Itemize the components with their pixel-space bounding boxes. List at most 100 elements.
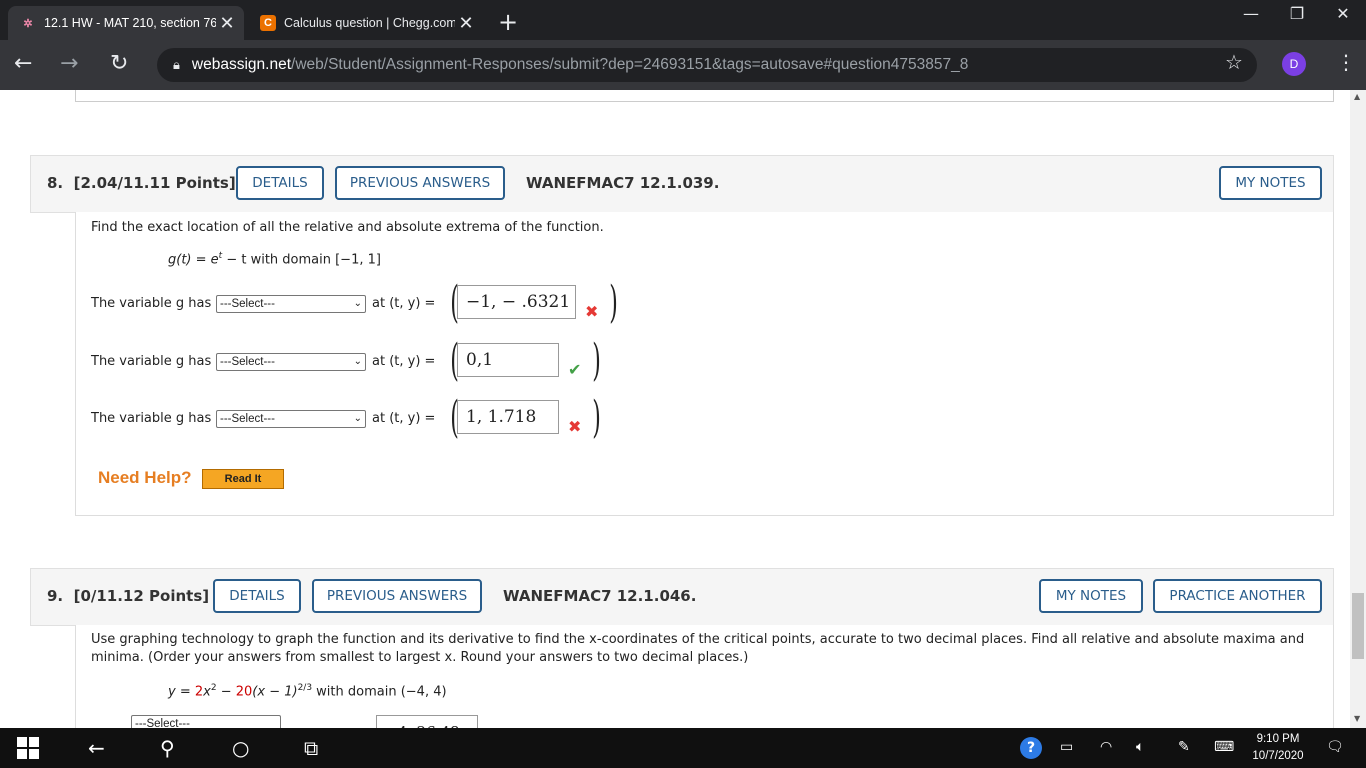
q8-answer-row-2: The variable g has ---Select--- ⌄ at (t, …	[91, 335, 691, 386]
tab-strip: ✲ 12.1 HW - MAT 210, section 76 ✕ C Calc…	[0, 0, 1366, 40]
cortana-icon[interactable]: ○	[232, 736, 249, 760]
formula-power-3: 2/3	[297, 683, 313, 693]
clock-time: 9:10 PM	[1256, 733, 1300, 745]
battery-icon[interactable]: ▭	[1060, 739, 1073, 755]
browser-toolbar: ← → ↻ 🔒︎ webassign.net/web/Student/Assig…	[0, 40, 1366, 90]
chevron-down-icon: ⌄	[353, 413, 362, 424]
q9-title: 9. [0/11.12 Points]	[47, 587, 209, 605]
q9-header: 9. [0/11.12 Points] DETAILS PREVIOUS ANS…	[30, 568, 1334, 626]
page-scrollbar[interactable]: ▲ ▼	[1350, 90, 1366, 728]
close-tab-icon[interactable]: ✕	[455, 13, 477, 34]
window-close-icon[interactable]: ✕	[1320, 4, 1366, 23]
minimize-icon[interactable]: —	[1228, 4, 1274, 23]
formula-mid: (x − 1)	[252, 684, 298, 700]
q9-practice-another-button[interactable]: PRACTICE ANOTHER	[1153, 579, 1322, 613]
system-clock[interactable]: 9:10 PM 10/7/2020	[1250, 731, 1306, 765]
q8-my-notes-button[interactable]: MY NOTES	[1219, 166, 1322, 200]
back-icon[interactable]: ←	[14, 51, 32, 76]
row-label: The variable g has	[91, 354, 212, 369]
extrema-type-select[interactable]: ---Select---	[131, 715, 281, 728]
q9-formula: y = 2x2 − 20(x − 1)2/3 with domain (−4, …	[168, 683, 447, 699]
chegg-favicon-icon: C	[260, 15, 276, 31]
q9-answer-row-1-partial: ---Select--- −4, 26.48	[91, 709, 591, 728]
answer-input[interactable]: 1, 1.718	[457, 400, 559, 434]
q8-answer-row-3: The variable g has ---Select--- ⌄ at (t, …	[91, 392, 691, 443]
formula-rhs: − t with domain [−1, 1]	[222, 252, 381, 268]
tab-chegg[interactable]: C Calculus question | Chegg.com ✕	[248, 6, 483, 40]
close-paren: )	[592, 335, 601, 386]
address-bar[interactable]: 🔒︎ webassign.net/web/Student/Assignment-…	[157, 48, 1257, 82]
q8-header: 8. [2.04/11.11 Points] DETAILS PREVIOUS …	[30, 155, 1334, 213]
read-it-button[interactable]: Read It	[202, 469, 284, 489]
bookmark-star-icon[interactable]: ☆	[1225, 50, 1243, 74]
close-tab-icon[interactable]: ✕	[216, 13, 238, 34]
q8-details-button[interactable]: DETAILS	[236, 166, 324, 200]
extrema-type-select[interactable]: ---Select--- ⌄	[216, 295, 366, 313]
page-content: 8. [2.04/11.11 Points] DETAILS PREVIOUS …	[0, 90, 1350, 728]
select-value: ---Select---	[135, 718, 190, 728]
task-view-icon[interactable]: ⧉	[304, 736, 318, 760]
back-arrow-icon[interactable]: ←	[88, 736, 105, 760]
q9-points: [0/11.12 Points]	[73, 587, 210, 605]
windows-start-icon[interactable]	[17, 737, 39, 764]
profile-avatar[interactable]: D	[1282, 52, 1306, 76]
forward-icon[interactable]: →	[60, 51, 78, 76]
incorrect-x-icon: ✖	[568, 417, 582, 436]
chevron-down-icon: ⌄	[353, 298, 362, 309]
q8-number: 8.	[47, 174, 64, 192]
scrollbar-thumb[interactable]	[1352, 593, 1364, 659]
formula-tail: with domain (−4, 4)	[312, 684, 447, 700]
formula-coef-2: 20	[235, 684, 253, 700]
url-path: /web/Student/Assignment-Responses/submit…	[291, 56, 969, 73]
search-icon[interactable]: ⚲	[160, 736, 175, 760]
q8-reference: WANEFMAC7 12.1.039.	[526, 174, 720, 192]
formula-y: y =	[168, 684, 195, 700]
chevron-down-icon: ⌄	[353, 356, 362, 367]
q9-details-button[interactable]: DETAILS	[213, 579, 301, 613]
at-label: at (t, y) =	[372, 296, 436, 311]
q8-previous-answers-button[interactable]: PREVIOUS ANSWERS	[335, 166, 505, 200]
q9-number: 9.	[47, 587, 64, 605]
incorrect-x-icon: ✖	[585, 302, 599, 321]
tab-webassign[interactable]: ✲ 12.1 HW - MAT 210, section 76 ✕	[8, 6, 244, 40]
reload-icon[interactable]: ↻	[110, 51, 128, 76]
keyboard-icon[interactable]: ⌨	[1214, 739, 1234, 755]
q9-previous-answers-button[interactable]: PREVIOUS ANSWERS	[312, 579, 482, 613]
tab-title: Calculus question | Chegg.com	[284, 16, 455, 30]
lock-icon: 🔒︎	[173, 57, 180, 72]
q9-prompt-line1: Use graphing technology to graph the fun…	[91, 632, 1305, 647]
pen-icon[interactable]: ✎	[1178, 739, 1190, 755]
q8-points: [2.04/11.11 Points]	[73, 174, 236, 192]
webassign-favicon-icon: ✲	[23, 17, 33, 30]
wifi-icon[interactable]: ◠	[1100, 739, 1112, 755]
q9-my-notes-button[interactable]: MY NOTES	[1039, 579, 1143, 613]
extrema-type-select[interactable]: ---Select--- ⌄	[216, 410, 366, 428]
answer-input[interactable]: 0,1	[457, 343, 559, 377]
browser-menu-icon[interactable]: ⋮	[1336, 50, 1356, 74]
correct-check-icon: ✔	[568, 360, 582, 379]
q9-body: Use graphing technology to graph the fun…	[75, 625, 1334, 728]
answer-input[interactable]: −4, 26.48	[376, 715, 478, 728]
q9-prompt-line2: minima. (Order your answers from smalles…	[91, 650, 749, 665]
row-label: The variable g has	[91, 296, 212, 311]
volume-icon[interactable]: 🔈︎	[1136, 739, 1144, 755]
answer-input[interactable]: −1, − .6321	[457, 285, 576, 319]
select-value: ---Select---	[220, 356, 275, 368]
notifications-icon[interactable]: 🗨︎	[1326, 739, 1344, 755]
restore-icon[interactable]: ❐	[1274, 4, 1320, 23]
scroll-down-icon[interactable]: ▼	[1354, 714, 1360, 723]
row-label: The variable g has	[91, 411, 212, 426]
formula-minus: −	[216, 684, 236, 700]
new-tab-icon[interactable]: +	[498, 8, 518, 36]
q8-title: 8. [2.04/11.11 Points]	[47, 174, 236, 192]
tab-title: 12.1 HW - MAT 210, section 76	[44, 16, 216, 30]
at-label: at (t, y) =	[372, 411, 436, 426]
select-value: ---Select---	[220, 413, 275, 425]
formula-x: x	[203, 684, 211, 700]
need-help-label: Need Help?	[98, 468, 192, 487]
extrema-type-select[interactable]: ---Select--- ⌄	[216, 353, 366, 371]
scroll-up-icon[interactable]: ▲	[1354, 92, 1360, 101]
help-icon[interactable]: ?	[1020, 737, 1042, 759]
url-host: webassign.net	[191, 56, 292, 73]
formula-lhs: g(t) = e	[168, 252, 219, 268]
